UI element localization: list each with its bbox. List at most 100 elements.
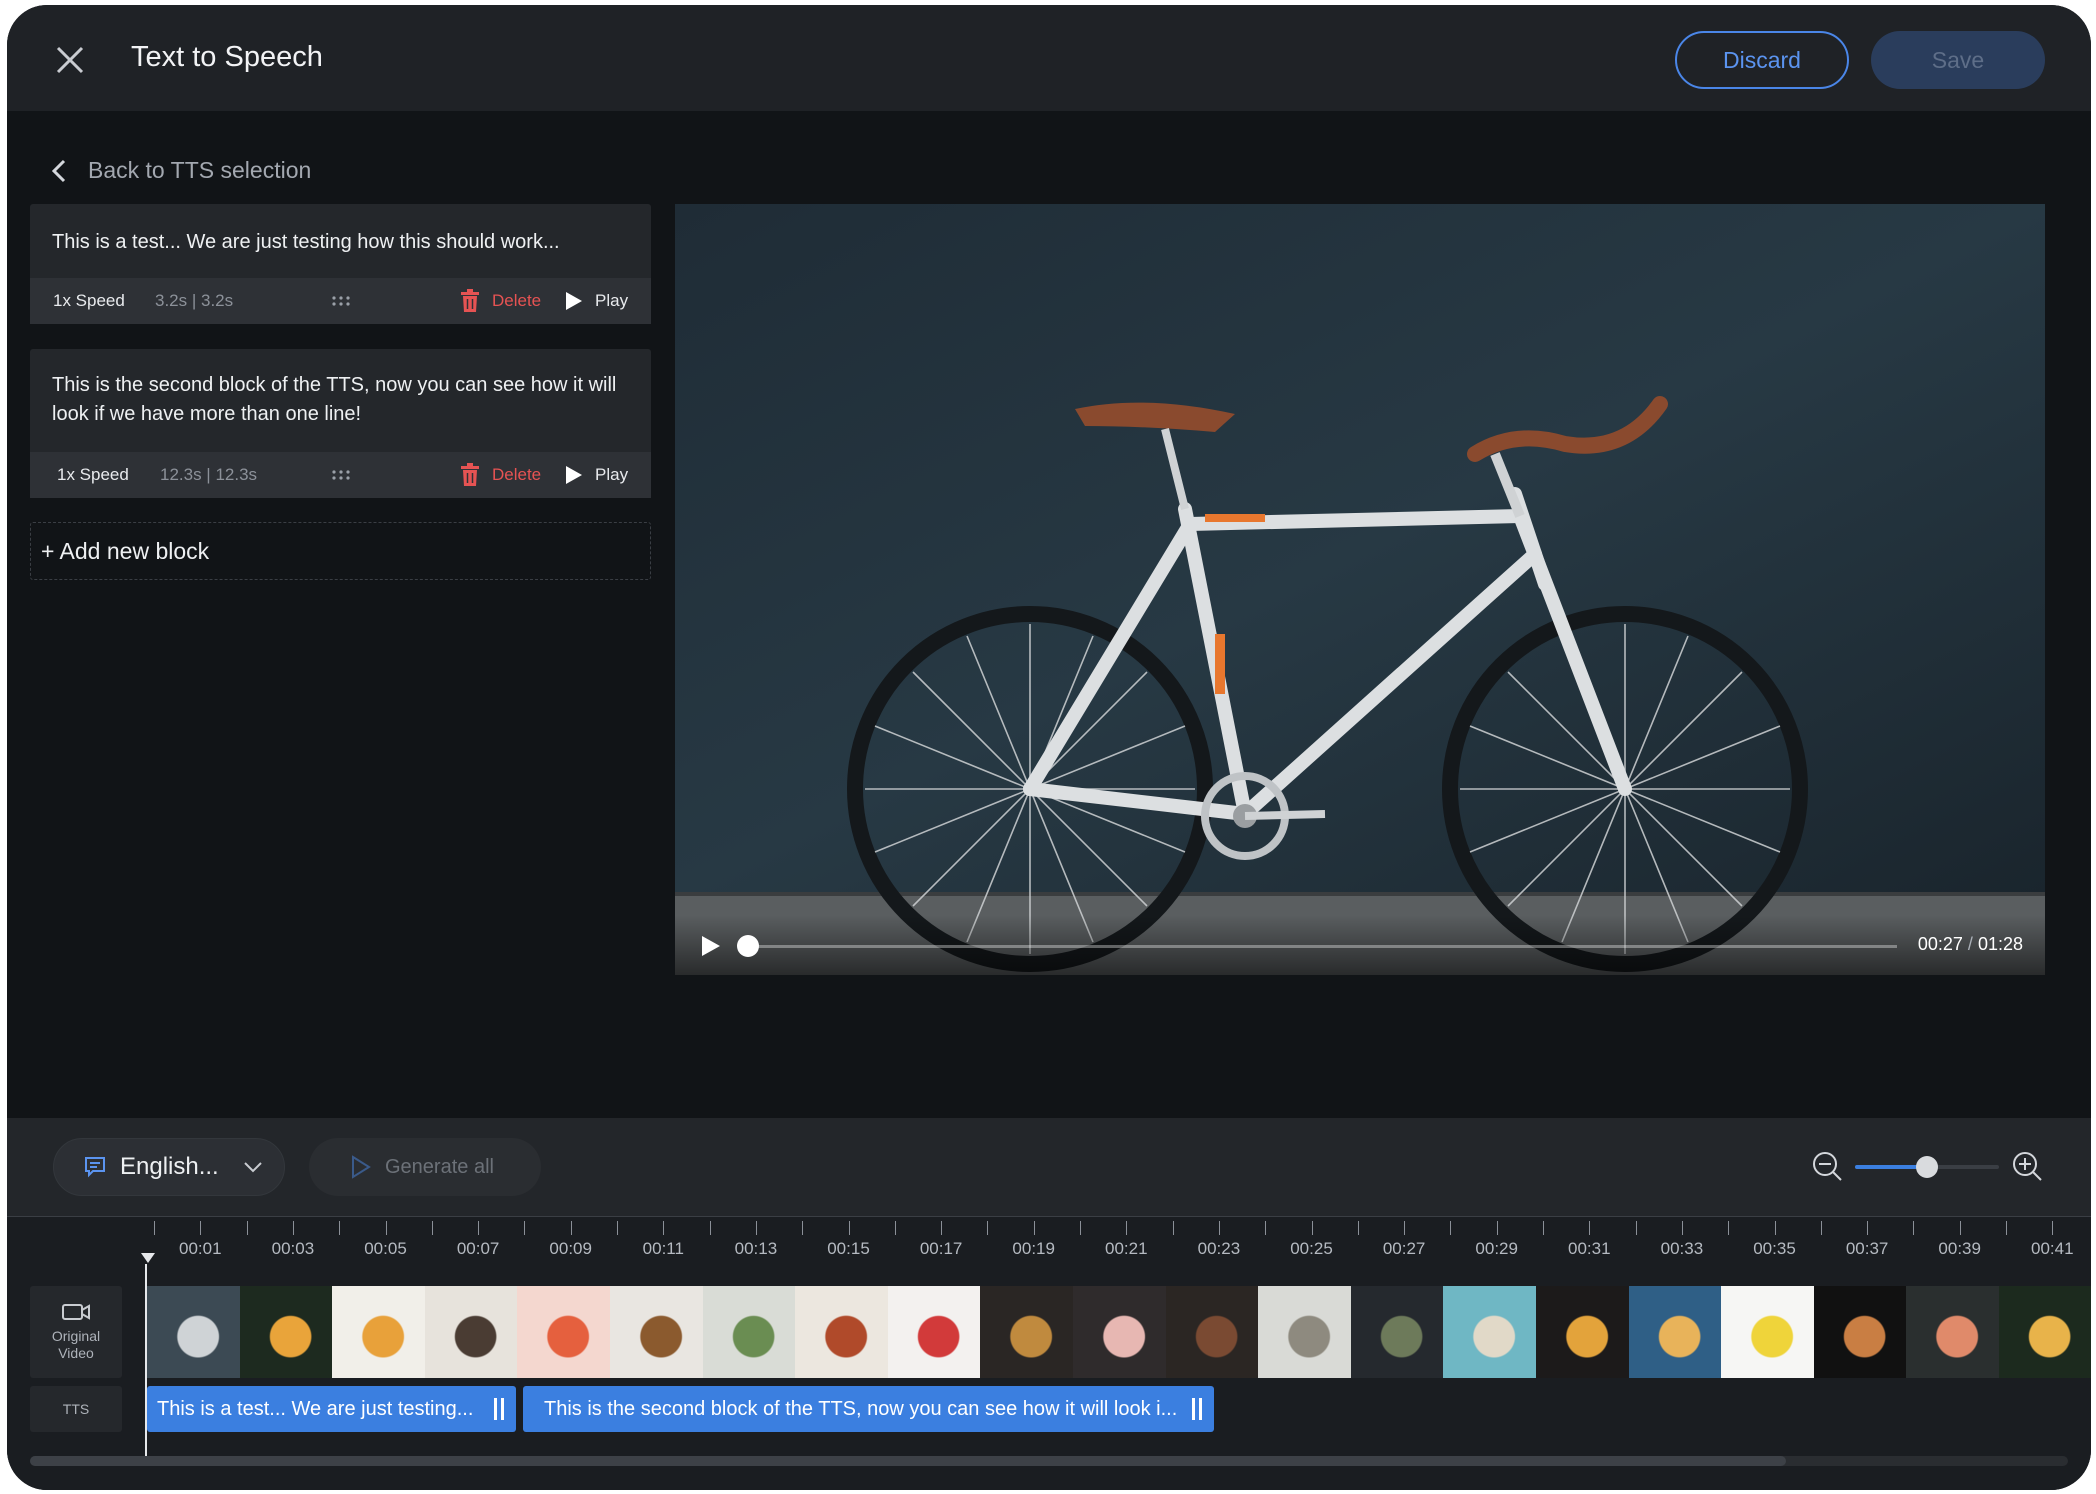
discard-button[interactable]: Discard [1675, 31, 1849, 89]
delete-button[interactable]: Delete [460, 463, 541, 487]
header-bar: Text to Speech Discard Save [7, 5, 2091, 111]
ruler-tick [1450, 1221, 1452, 1235]
timeline-scrollbar-thumb[interactable] [30, 1456, 1786, 1466]
video-seek-knob[interactable] [737, 935, 759, 957]
tts-block-controls: 1x Speed 12.3s | 12.3s Delete Play [30, 452, 651, 498]
back-label: Back to TTS selection [88, 157, 312, 183]
ruler-label: 00:07 [456, 1239, 500, 1258]
ruler-tick [1635, 1221, 1637, 1235]
original-video-track-label: Original Video [30, 1286, 122, 1378]
speed-selector[interactable]: 1x Speed [57, 465, 129, 485]
delete-button[interactable]: Delete [460, 289, 541, 313]
ruler-tick [1265, 1221, 1267, 1235]
page-title: Text to Speech [131, 41, 323, 73]
video-thumbnail [1165, 1286, 1259, 1378]
ruler-tick [154, 1221, 155, 1235]
drag-handle-icon[interactable] [331, 295, 351, 307]
video-thumbnail [1535, 1286, 1629, 1378]
ruler-tick [1404, 1221, 1406, 1235]
play-button[interactable]: Play [565, 465, 628, 485]
ruler-tick [1496, 1221, 1498, 1235]
ruler-tick [524, 1221, 526, 1235]
play-label: Play [595, 465, 629, 484]
ruler-label: 00:23 [1197, 1239, 1241, 1258]
video-thumbnail-strip[interactable] [147, 1286, 2091, 1378]
language-dropdown[interactable]: English... [53, 1138, 285, 1196]
generate-all-label: Generate all [385, 1155, 494, 1178]
video-thumbnail [1072, 1286, 1166, 1378]
zoom-slider-knob [1916, 1156, 1938, 1178]
ruler-tick [1126, 1221, 1128, 1235]
video-thumbnail [1350, 1286, 1444, 1378]
save-button[interactable]: Save [1871, 31, 2045, 89]
app-window: Text to Speech Discard Save Back to TTS … [7, 5, 2091, 1490]
ruler-tick [1959, 1221, 1961, 1235]
generate-all-button[interactable]: Generate all [309, 1138, 541, 1196]
ruler-tick [431, 1221, 433, 1235]
zoom-in-icon [2013, 1152, 2042, 1181]
close-icon[interactable] [52, 42, 88, 78]
timeline-scrollbar[interactable] [30, 1456, 2068, 1466]
video-thumbnail [1258, 1286, 1351, 1378]
back-to-tts-selection-link[interactable]: Back to TTS selection [52, 157, 311, 184]
ruler-label: 00:31 [1568, 1239, 1611, 1258]
play-outline-icon [352, 1155, 371, 1179]
ruler-tick [894, 1221, 896, 1235]
tts-clip-text: This is a test... We are just testing... [157, 1397, 474, 1420]
ruler-label: 00:09 [549, 1239, 592, 1258]
play-icon [566, 292, 582, 310]
ruler-tick [848, 1221, 850, 1235]
ruler-tick [1728, 1221, 1730, 1235]
ruler-label: 00:17 [919, 1239, 963, 1258]
playhead-line[interactable] [145, 1264, 147, 1456]
ruler-label: 00:37 [1845, 1239, 1889, 1258]
tts-clip[interactable]: This is a test... We are just testing... [147, 1386, 516, 1432]
ruler-label: 00:25 [1290, 1239, 1333, 1258]
chevron-down-icon [244, 1162, 262, 1173]
ruler-tick [1080, 1221, 1081, 1235]
video-thumbnail [517, 1286, 610, 1378]
clip-resize-handle[interactable] [1192, 1398, 1202, 1420]
tts-block-text[interactable]: This is a test... We are just testing ho… [30, 204, 651, 257]
speed-selector[interactable]: 1x Speed [53, 291, 125, 311]
ruler-tick [987, 1221, 989, 1235]
video-frame-bicycle [675, 204, 2045, 975]
ruler-tick [1543, 1221, 1544, 1235]
playhead-marker[interactable] [141, 1253, 155, 1263]
drag-handle-icon[interactable] [331, 469, 351, 481]
ruler-tick [246, 1221, 248, 1235]
ruler-tick [663, 1221, 665, 1235]
ruler-label: 00:41 [2031, 1239, 2074, 1258]
video-thumbnail [1443, 1286, 1536, 1378]
tts-block[interactable]: This is the second block of the TTS, now… [30, 349, 651, 498]
video-thumbnail [980, 1286, 1073, 1378]
video-play-icon[interactable] [701, 935, 721, 957]
ruler-tick [617, 1221, 618, 1235]
tts-track-label: TTS [30, 1386, 122, 1432]
track-label-line2: Video [58, 1345, 94, 1361]
chevron-left-icon [52, 159, 66, 182]
tts-block[interactable]: This is a test... We are just testing ho… [30, 204, 651, 324]
ruler-tick [1357, 1221, 1359, 1235]
delete-label: Delete [492, 465, 542, 484]
video-player[interactable]: 00:27 / 01:28 [675, 204, 2045, 975]
video-seek-track[interactable] [747, 945, 1897, 948]
timeline-ruler[interactable]: 00:01 00:03 00:05 00:07 00:09 00:11 00:13 00:15… [7, 1216, 2091, 1268]
play-button[interactable]: Play [565, 291, 628, 311]
ruler-tick [755, 1221, 757, 1235]
ruler-tick [2052, 1221, 2054, 1235]
tts-clip[interactable]: This is the second block of the TTS, now… [523, 1386, 1214, 1432]
trash-icon [461, 463, 479, 486]
clip-resize-handle[interactable] [494, 1398, 504, 1420]
trash-icon [461, 289, 479, 312]
video-thumbnail [147, 1286, 240, 1378]
add-new-block-button[interactable]: + Add new block [30, 522, 651, 580]
tts-track-label-text: TTS [62, 1400, 90, 1417]
zoom-control[interactable] [1811, 1149, 2051, 1185]
video-thumbnail [1813, 1286, 1907, 1378]
video-thumbnail [1721, 1286, 1814, 1378]
ruler-tick [1867, 1221, 1869, 1235]
duration-label: 12.3s | 12.3s [160, 465, 258, 484]
ruler-label: 00:29 [1475, 1239, 1518, 1258]
tts-block-text[interactable]: This is the second block of the TTS, now… [30, 349, 651, 429]
